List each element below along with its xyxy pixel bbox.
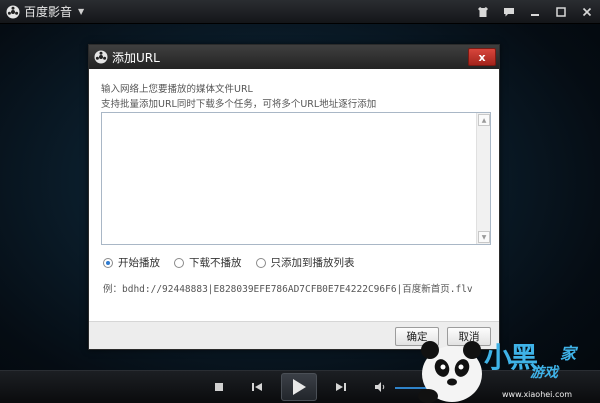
volume-button[interactable] <box>372 379 388 395</box>
play-mode-options: 开始播放 下载不播放 只添加到播放列表 <box>103 255 369 270</box>
play-button[interactable] <box>281 373 317 401</box>
dialog-title: 添加URL <box>112 50 160 65</box>
next-button[interactable] <box>332 378 350 396</box>
play-icon <box>293 379 306 395</box>
scroll-up-icon[interactable]: ▲ <box>478 114 490 126</box>
option-label: 下载不播放 <box>189 257 242 269</box>
dialog-description-line-2: 支持批量添加URL同时下载多个任务，可将多个URL地址逐行添加 <box>101 99 377 110</box>
previous-icon <box>252 383 262 391</box>
option-download-only[interactable]: 下载不播放 <box>174 255 242 270</box>
close-icon[interactable] <box>578 3 596 21</box>
add-url-dialog: 添加URL x 输入网络上您要播放的媒体文件URL 支持批量添加URL同时下载多… <box>88 44 500 350</box>
previous-button[interactable] <box>248 378 266 396</box>
volume-icon <box>375 382 385 392</box>
app-menu-dropdown-icon[interactable]: ▼ <box>78 7 84 16</box>
dialog-close-button[interactable]: x <box>468 48 496 66</box>
option-label: 开始播放 <box>118 257 160 269</box>
app-title: 百度影音 <box>24 5 73 19</box>
panda-icon <box>418 341 482 403</box>
watermark-logo: 小黑 家 游戏 www.xiaohei.com <box>410 322 600 403</box>
app-logo-icon <box>94 50 108 64</box>
watermark-brand: 小黑 <box>484 341 538 374</box>
radio-button[interactable] <box>103 257 113 268</box>
option-add-to-playlist[interactable]: 只添加到播放列表 <box>255 255 355 270</box>
app-logo-icon <box>6 5 20 18</box>
dialog-title-bar: 添加URL x <box>89 45 499 69</box>
dialog-description-line-1: 输入网络上您要播放的媒体文件URL <box>101 84 253 95</box>
skin-icon[interactable] <box>474 3 492 21</box>
watermark-home: 家 <box>560 344 577 363</box>
url-input[interactable] <box>101 112 491 245</box>
radio-button[interactable] <box>174 257 184 268</box>
radio-button[interactable] <box>255 257 266 268</box>
scroll-down-icon[interactable]: ▼ <box>478 231 490 243</box>
next-icon <box>336 383 346 391</box>
option-start-play[interactable]: 开始播放 <box>103 255 160 270</box>
maximize-icon[interactable] <box>552 3 570 21</box>
window-controls <box>474 3 596 21</box>
message-icon[interactable] <box>500 3 518 21</box>
url-example: 例：bdhd://92448883|E828039EFE786AD7CFB0E7… <box>103 284 473 295</box>
minimize-icon[interactable] <box>526 3 544 21</box>
watermark-game: 游戏 <box>530 365 558 381</box>
url-input-scrollbar[interactable]: ▲ ▼ <box>476 113 490 244</box>
stop-button[interactable] <box>212 380 226 394</box>
stop-icon <box>215 383 223 391</box>
title-bar: 百度影音 ▼ <box>0 0 600 24</box>
watermark-url: www.xiaohei.com <box>502 390 573 399</box>
option-label: 只添加到播放列表 <box>270 257 355 269</box>
